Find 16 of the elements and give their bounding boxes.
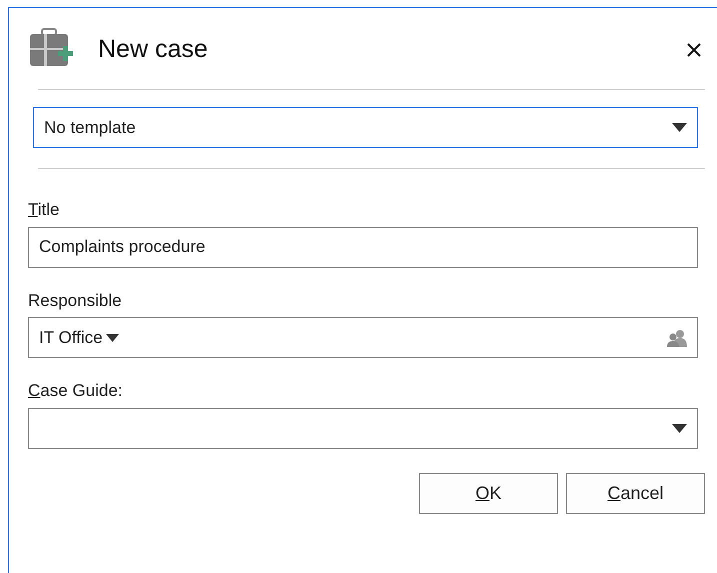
field-label: Case Guide: xyxy=(28,380,124,402)
dropdown-arrow-icon xyxy=(672,123,687,132)
caret-icon xyxy=(106,334,119,342)
field-label: Title xyxy=(28,199,60,221)
window-title: New case xyxy=(98,34,208,66)
ok-button[interactable]: OK xyxy=(419,472,558,514)
responsible-dropdown[interactable]: IT Office xyxy=(39,324,119,350)
people-icon[interactable] xyxy=(667,328,687,346)
case-guide-dropdown[interactable] xyxy=(28,408,698,448)
field-label: Responsible xyxy=(28,290,123,312)
template-dropdown[interactable]: No template xyxy=(33,107,698,148)
responsible-field[interactable]: IT Office xyxy=(28,317,698,358)
close-icon[interactable] xyxy=(686,42,702,58)
cancel-button[interactable]: Cancel xyxy=(566,472,705,514)
dropdown-arrow-icon xyxy=(672,424,687,432)
title-input[interactable]: Complaints procedure xyxy=(28,226,698,268)
